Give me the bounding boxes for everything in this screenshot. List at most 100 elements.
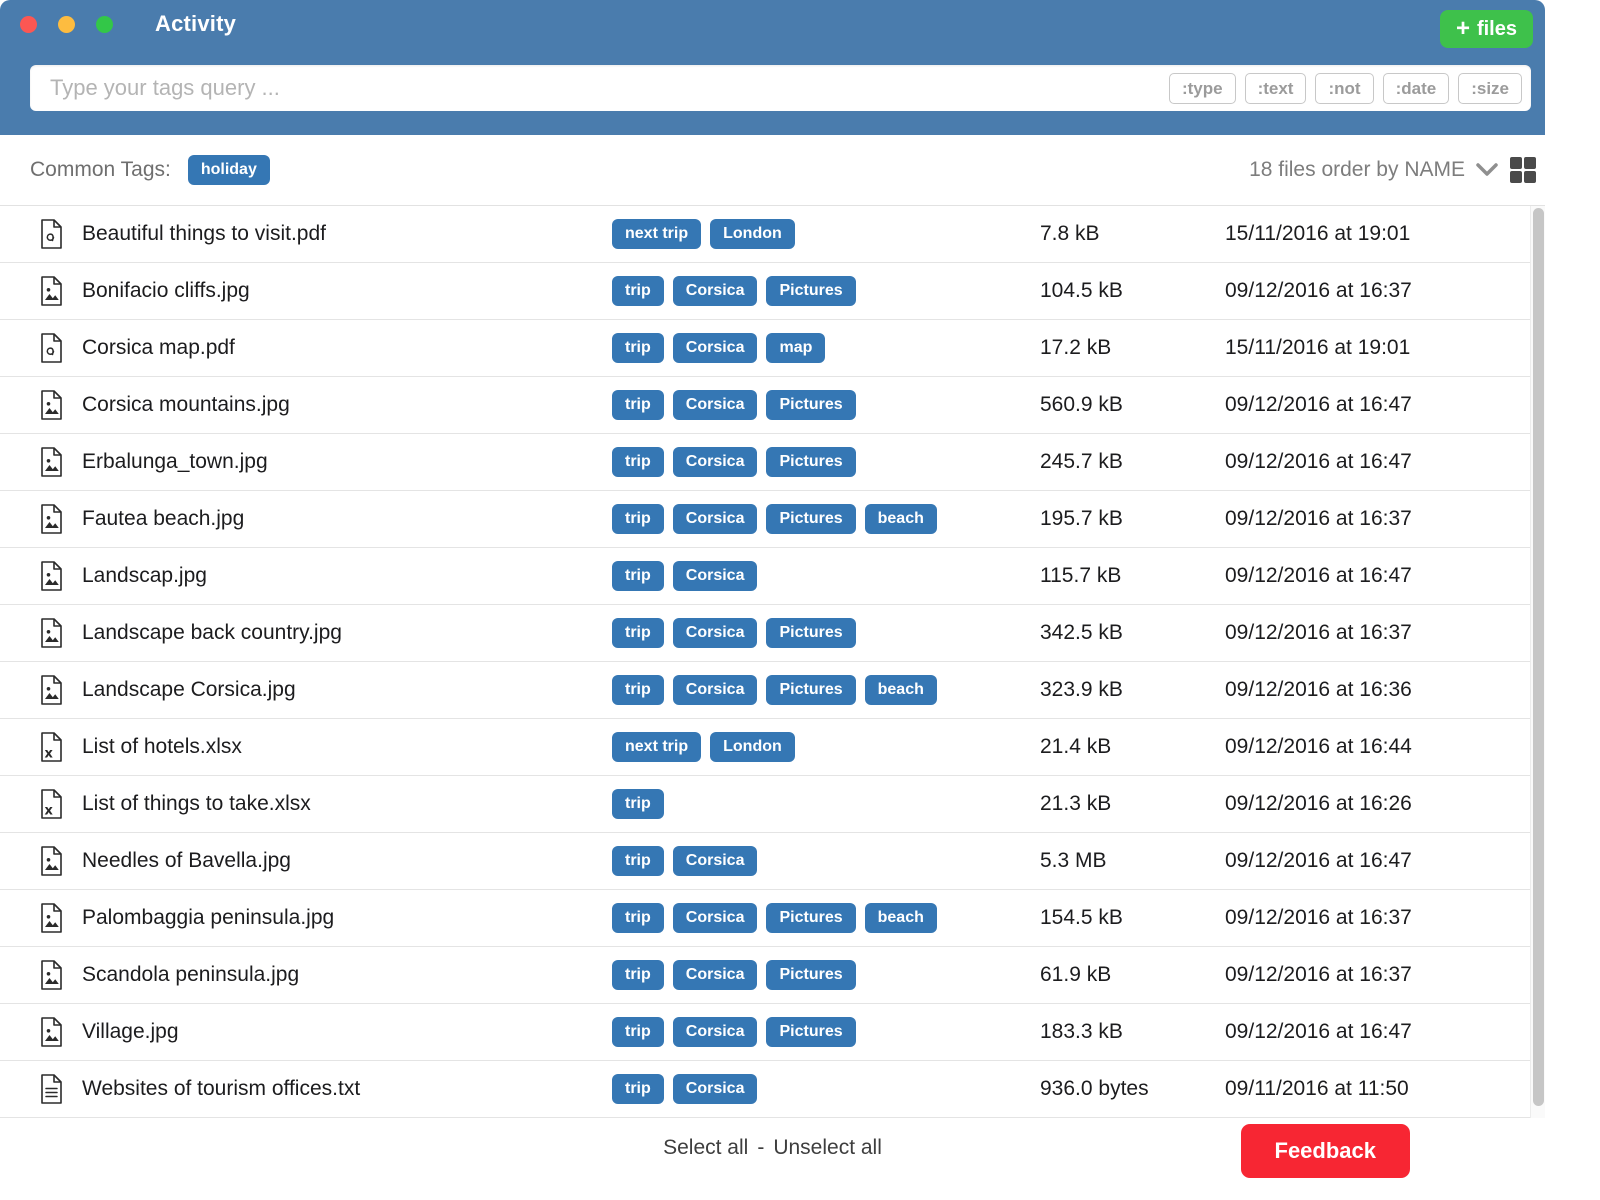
file-row[interactable]: Needles of Bavella.jpgtripCorsica5.3 MB0… [0, 833, 1530, 890]
tag-badge[interactable]: Corsica [673, 675, 758, 705]
tag-badge[interactable]: Pictures [766, 276, 855, 306]
tag-badge[interactable]: Corsica [673, 390, 758, 420]
file-row[interactable]: Landscap.jpgtripCorsica115.7 kB09/12/201… [0, 548, 1530, 605]
tag-badge[interactable]: trip [612, 675, 664, 705]
tag-badge[interactable]: Pictures [766, 903, 855, 933]
pdf-file-icon [0, 333, 82, 363]
file-row[interactable]: Landscape back country.jpgtripCorsicaPic… [0, 605, 1530, 662]
filter-button-text[interactable]: :text [1245, 73, 1307, 104]
tag-badge[interactable]: trip [612, 846, 664, 876]
tag-badge[interactable]: next trip [612, 219, 701, 249]
close-window-button[interactable] [20, 16, 37, 33]
tag-badge[interactable]: Corsica [673, 561, 758, 591]
filter-button-not[interactable]: :not [1315, 73, 1373, 104]
tag-badge[interactable]: Pictures [766, 390, 855, 420]
tag-badge[interactable]: Pictures [766, 504, 855, 534]
tag-badge[interactable]: Corsica [673, 1074, 758, 1104]
file-tags: next trip London [612, 219, 1030, 249]
tag-badge[interactable]: trip [612, 960, 664, 990]
common-tags-label: Common Tags: [30, 158, 171, 182]
tag-badge[interactable]: Corsica [673, 1017, 758, 1047]
file-row[interactable]: Corsica mountains.jpgtripCorsicaPictures… [0, 377, 1530, 434]
tag-badge[interactable]: trip [612, 333, 664, 363]
filter-button-type[interactable]: :type [1169, 73, 1236, 104]
file-date: 09/12/2016 at 16:36 [1215, 678, 1530, 702]
tag-badge[interactable]: trip [612, 390, 664, 420]
select-all-link[interactable]: Select all [663, 1136, 748, 1160]
tag-badge[interactable]: Pictures [766, 447, 855, 477]
tag-badge[interactable]: Corsica [673, 618, 758, 648]
tag-badge[interactable]: trip [612, 561, 664, 591]
tag-badge[interactable]: Pictures [766, 618, 855, 648]
common-tag-badge[interactable]: holiday [188, 155, 270, 185]
file-row[interactable]: Palombaggia peninsula.jpgtripCorsicaPict… [0, 890, 1530, 947]
tag-badge[interactable]: trip [612, 1074, 664, 1104]
feedback-button[interactable]: Feedback [1241, 1124, 1411, 1178]
tag-badge[interactable]: Corsica [673, 447, 758, 477]
file-name: Beautiful things to visit.pdf [82, 222, 612, 246]
minimize-window-button[interactable] [58, 16, 75, 33]
add-files-button[interactable]: + files [1440, 10, 1533, 48]
file-tags: trip Corsica Pictures [612, 390, 1030, 420]
tag-badge[interactable]: Corsica [673, 333, 758, 363]
scrollbar-thumb[interactable] [1533, 208, 1544, 1106]
file-row[interactable]: Scandola peninsula.jpgtripCorsicaPicture… [0, 947, 1530, 1004]
tag-badge[interactable]: Corsica [673, 960, 758, 990]
order-control: 18 files order by NAME [1249, 156, 1537, 184]
tag-badge[interactable]: London [710, 732, 795, 762]
file-size: 61.9 kB [1030, 963, 1215, 987]
file-date: 09/12/2016 at 16:37 [1215, 507, 1530, 531]
file-row[interactable]: Landscape Corsica.jpgtripCorsicaPictures… [0, 662, 1530, 719]
file-row[interactable]: Beautiful things to visit.pdfnext trip Lo… [0, 206, 1530, 263]
file-size: 245.7 kB [1030, 450, 1215, 474]
tag-badge[interactable]: trip [612, 1017, 664, 1047]
file-row[interactable]: xList of hotels.xlsxnext tripLondon21.4 … [0, 719, 1530, 776]
titlebar: Activity + files [0, 0, 1545, 48]
file-size: 104.5 kB [1030, 279, 1215, 303]
tag-badge[interactable]: Pictures [766, 675, 855, 705]
file-row[interactable]: Village.jpgtripCorsicaPictures183.3 kB09… [0, 1004, 1530, 1061]
chevron-down-icon[interactable] [1475, 162, 1499, 178]
file-size: 936.0 bytes [1030, 1077, 1215, 1101]
tag-badge[interactable]: Corsica [673, 903, 758, 933]
scrollbar[interactable] [1530, 206, 1545, 1118]
zoom-window-button[interactable] [96, 16, 113, 33]
image-file-icon [0, 960, 82, 990]
file-row[interactable]: xList of things to take.xlsxtrip21.3 kB0… [0, 776, 1530, 833]
filter-button-size[interactable]: :size [1458, 73, 1522, 104]
tag-badge[interactable]: next trip [612, 732, 701, 762]
search-field: :type :text :not :date :size [30, 65, 1531, 111]
tag-badge[interactable]: beach [865, 504, 937, 534]
file-row[interactable]: Corsica map.pdftripCorsicamap17.2 kB15/1… [0, 320, 1530, 377]
tag-badge[interactable]: Corsica [673, 846, 758, 876]
tag-badge[interactable]: trip [612, 447, 664, 477]
tag-badge[interactable]: map [766, 333, 825, 363]
file-row[interactable]: Websites of tourism offices.txttripCorsi… [0, 1061, 1530, 1118]
tag-badge[interactable]: London [710, 219, 795, 249]
file-name: Needles of Bavella.jpg [82, 849, 612, 873]
tag-badge[interactable]: trip [612, 903, 664, 933]
image-file-icon [0, 561, 82, 591]
tag-badge[interactable]: Pictures [766, 960, 855, 990]
tag-badge[interactable]: beach [865, 903, 937, 933]
file-date: 09/12/2016 at 16:37 [1215, 621, 1530, 645]
tag-badge[interactable]: Pictures [766, 1017, 855, 1047]
unselect-all-link[interactable]: Unselect all [773, 1136, 882, 1160]
grid-view-icon[interactable] [1509, 156, 1537, 184]
filter-button-date[interactable]: :date [1383, 73, 1450, 104]
file-row[interactable]: Fautea beach.jpgtripCorsicaPicturesbeach… [0, 491, 1530, 548]
tag-badge[interactable]: trip [612, 618, 664, 648]
tag-badge[interactable]: trip [612, 276, 664, 306]
tags-query-input[interactable] [30, 75, 1169, 101]
file-tags: trip Corsica [612, 1074, 1030, 1104]
file-tags: next trip London [612, 732, 1030, 762]
tag-badge[interactable]: Corsica [673, 504, 758, 534]
tag-badge[interactable]: trip [612, 789, 664, 819]
file-row[interactable]: Bonifacio cliffs.jpgtripCorsicaPictures1… [0, 263, 1530, 320]
file-row[interactable]: Erbalunga_town.jpgtripCorsicaPictures245… [0, 434, 1530, 491]
tag-badge[interactable]: beach [865, 675, 937, 705]
file-date: 15/11/2016 at 19:01 [1215, 222, 1530, 246]
tag-badge[interactable]: Corsica [673, 276, 758, 306]
tag-badge[interactable]: trip [612, 504, 664, 534]
window-title: Activity [155, 11, 236, 37]
